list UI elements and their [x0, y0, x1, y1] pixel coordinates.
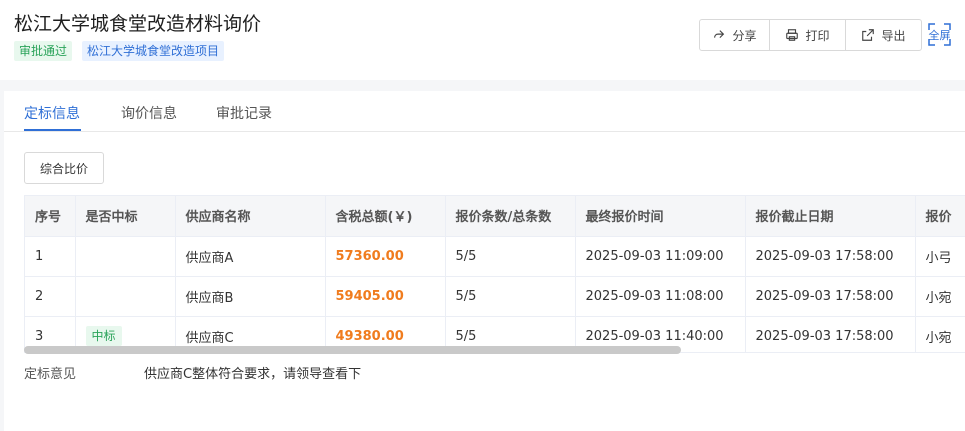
column-header-deadline: 报价截止日期 [745, 196, 916, 237]
cell-supplier: 供应商B [175, 276, 326, 317]
winner-badge: 中标 [85, 326, 122, 346]
share-label: 分享 [732, 28, 757, 43]
action-button-group: 分享 打印 导出 [699, 19, 922, 51]
printer-icon [786, 29, 799, 41]
quotes-table-container: 序号 是否中标 供应商名称 含税总额(￥) 报价条数/总条数 最终报价时间 报价… [24, 195, 965, 353]
table-header-row: 序号 是否中标 供应商名称 含税总额(￥) 报价条数/总条数 最终报价时间 报价… [25, 196, 965, 237]
cell-total: 59405.00 [325, 276, 446, 317]
column-header-winner: 是否中标 [75, 196, 176, 237]
column-header-supplier: 供应商名称 [175, 196, 326, 237]
cell-deadline: 2025-09-03 17:58:00 [745, 236, 916, 277]
approval-status-badge: 审批通过 [14, 41, 73, 61]
print-label: 打印 [805, 28, 830, 43]
page-title: 松江大学城食堂改造材料询价 [14, 13, 262, 35]
cell-extra: 小宛 [915, 276, 965, 317]
fullscreen-button[interactable]: 全屏 [928, 23, 951, 46]
table-row[interactable]: 1 供应商A 57360.00 5/5 2025-09-03 11:09:00 … [25, 236, 965, 277]
export-icon [862, 29, 875, 41]
cell-winner [75, 236, 176, 277]
cell-count: 5/5 [445, 276, 576, 317]
tab-award-info[interactable]: 定标信息 [24, 103, 80, 123]
column-header-index: 序号 [25, 196, 76, 237]
quotes-table: 序号 是否中标 供应商名称 含税总额(￥) 报价条数/总条数 最终报价时间 报价… [25, 196, 965, 352]
export-label: 导出 [881, 28, 906, 43]
cell-extra: 小弓 [915, 236, 965, 277]
compare-prices-button[interactable]: 综合比价 [24, 152, 104, 184]
table-horizontal-scrollbar[interactable] [24, 346, 681, 354]
cell-index: 2 [25, 276, 76, 317]
column-header-final-time: 最终报价时间 [575, 196, 746, 237]
cell-winner [75, 276, 176, 317]
cell-count: 5/5 [445, 236, 576, 277]
column-header-count: 报价条数/总条数 [445, 196, 576, 237]
print-button[interactable]: 打印 [770, 20, 846, 50]
content-card: 定标信息 询价信息 审批记录 综合比价 序号 是否中标 供应商名称 含税总额(￥… [4, 91, 965, 431]
cell-final-time: 2025-09-03 11:08:00 [575, 276, 746, 317]
cell-final-time: 2025-09-03 11:09:00 [575, 236, 746, 277]
cell-deadline: 2025-09-03 17:58:00 [745, 316, 916, 352]
cell-index: 1 [25, 236, 76, 277]
cell-extra: 小宛 [915, 316, 965, 352]
cell-supplier: 供应商A [175, 236, 326, 277]
table-row[interactable]: 2 供应商B 59405.00 5/5 2025-09-03 11:08:00 … [25, 276, 965, 317]
export-button[interactable]: 导出 [846, 20, 921, 50]
project-tag: 松江大学城食堂改造项目 [82, 41, 225, 61]
share-button[interactable]: 分享 [700, 20, 770, 50]
award-opinion-value: 供应商C整体符合要求，请领导查看下 [144, 367, 362, 382]
column-header-total: 含税总额(￥) [325, 196, 446, 237]
share-icon [714, 30, 725, 39]
tab-approval-records[interactable]: 审批记录 [216, 103, 272, 123]
fullscreen-icon [928, 23, 951, 46]
active-tab-indicator [24, 129, 81, 131]
page-header: 松江大学城食堂改造材料询价 审批通过 松江大学城食堂改造项目 分享 打印 导出 … [0, 0, 965, 80]
tab-bar: 定标信息 询价信息 审批记录 [4, 91, 965, 132]
cell-total: 57360.00 [325, 236, 446, 277]
column-header-extra: 报价 [915, 196, 965, 237]
award-opinion-label: 定标意见 [24, 367, 77, 382]
tab-inquiry-info[interactable]: 询价信息 [121, 103, 177, 123]
cell-deadline: 2025-09-03 17:58:00 [745, 276, 916, 317]
